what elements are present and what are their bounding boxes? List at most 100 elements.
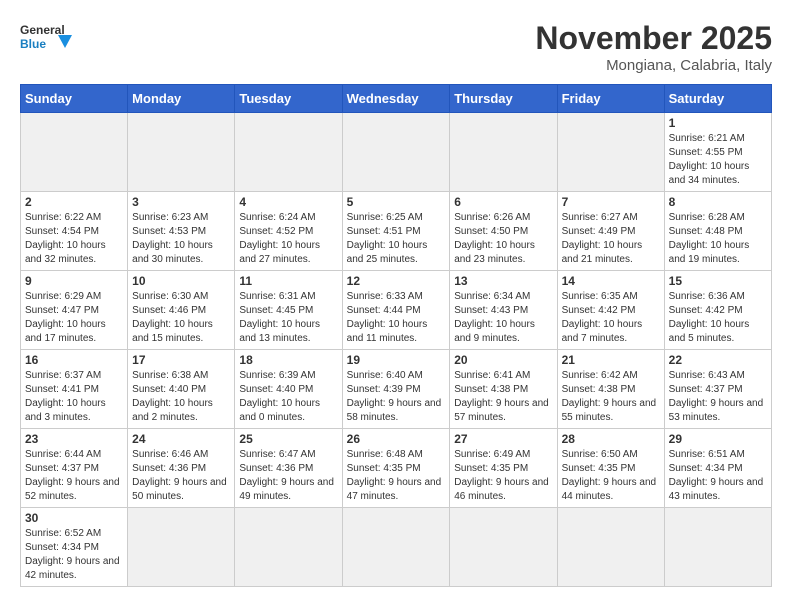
calendar-week-row: 2Sunrise: 6:22 AM Sunset: 4:54 PM Daylig… bbox=[21, 192, 772, 271]
day-number: 23 bbox=[25, 432, 123, 446]
calendar-cell: 10 Sunrise: 6:30 AM Sunset: 4:46 PM Dayli… bbox=[128, 271, 235, 350]
calendar-cell: 14 Sunrise: 6:35 AM Sunset: 4:42 PM Dayli… bbox=[557, 271, 664, 350]
day-info: Sunrise: 6:42 AM Sunset: 4:38 PM Dayligh… bbox=[562, 369, 660, 425]
day-number: 22 bbox=[669, 353, 767, 367]
calendar-week-row: 1Sunrise: 6:21 AM Sunset: 4:55 PM Daylig… bbox=[21, 113, 772, 192]
day-number: 19 bbox=[347, 353, 446, 367]
day-info: Sunrise: 6:26 AM Sunset: 4:50 PM Dayligh… bbox=[454, 211, 552, 267]
calendar-header-wednesday: Wednesday bbox=[342, 85, 450, 113]
calendar-cell: 3 Sunrise: 6:23 AM Sunset: 4:53 PM Daylig… bbox=[128, 192, 235, 271]
logo-icon: GeneralBlue bbox=[20, 20, 75, 62]
day-number: 9 bbox=[25, 274, 123, 288]
calendar-cell: 8 Sunrise: 6:28 AM Sunset: 4:48 PM Daylig… bbox=[664, 192, 771, 271]
day-number: 21 bbox=[562, 353, 660, 367]
calendar-cell: 9 Sunrise: 6:29 AM Sunset: 4:47 PM Daylig… bbox=[21, 271, 128, 350]
calendar-cell: 20 Sunrise: 6:41 AM Sunset: 4:38 PM Dayli… bbox=[450, 350, 557, 429]
day-info: Sunrise: 6:23 AM Sunset: 4:53 PM Dayligh… bbox=[132, 211, 230, 267]
day-info: Sunrise: 6:29 AM Sunset: 4:47 PM Dayligh… bbox=[25, 290, 123, 346]
day-info: Sunrise: 6:47 AM Sunset: 4:36 PM Dayligh… bbox=[239, 448, 337, 504]
calendar-week-row: 9 Sunrise: 6:29 AM Sunset: 4:47 PM Daylig… bbox=[21, 271, 772, 350]
calendar-cell: 11 Sunrise: 6:31 AM Sunset: 4:45 PM Dayli… bbox=[235, 271, 342, 350]
day-info: Sunrise: 6:21 AM Sunset: 4:55 PM Dayligh… bbox=[669, 132, 767, 188]
day-info: Sunrise: 6:39 AM Sunset: 4:40 PM Dayligh… bbox=[239, 369, 337, 425]
calendar-cell: 23 Sunrise: 6:44 AM Sunset: 4:37 PM Dayli… bbox=[21, 429, 128, 508]
day-number: 30 bbox=[25, 511, 123, 525]
day-number: 3 bbox=[132, 195, 230, 209]
calendar-header-tuesday: Tuesday bbox=[235, 85, 342, 113]
day-info: Sunrise: 6:44 AM Sunset: 4:37 PM Dayligh… bbox=[25, 448, 123, 504]
day-number: 28 bbox=[562, 432, 660, 446]
calendar-cell: 21 Sunrise: 6:42 AM Sunset: 4:38 PM Dayli… bbox=[557, 350, 664, 429]
calendar-header-row: SundayMondayTuesdayWednesdayThursdayFrid… bbox=[21, 85, 772, 113]
day-number: 26 bbox=[347, 432, 446, 446]
calendar-cell: 16 Sunrise: 6:37 AM Sunset: 4:41 PM Dayli… bbox=[21, 350, 128, 429]
calendar-table: SundayMondayTuesdayWednesdayThursdayFrid… bbox=[20, 84, 772, 587]
svg-text:General: General bbox=[20, 23, 65, 37]
calendar-cell bbox=[342, 508, 450, 587]
calendar-cell: 22 Sunrise: 6:43 AM Sunset: 4:37 PM Dayli… bbox=[664, 350, 771, 429]
day-number: 8 bbox=[669, 195, 767, 209]
calendar-cell bbox=[557, 113, 664, 192]
calendar-header-thursday: Thursday bbox=[450, 85, 557, 113]
day-info: Sunrise: 6:30 AM Sunset: 4:46 PM Dayligh… bbox=[132, 290, 230, 346]
calendar-cell bbox=[450, 508, 557, 587]
calendar-header-monday: Monday bbox=[128, 85, 235, 113]
day-number: 14 bbox=[562, 274, 660, 288]
day-number: 4 bbox=[239, 195, 337, 209]
calendar-cell: 24 Sunrise: 6:46 AM Sunset: 4:36 PM Dayli… bbox=[128, 429, 235, 508]
day-number: 16 bbox=[25, 353, 123, 367]
day-info: Sunrise: 6:37 AM Sunset: 4:41 PM Dayligh… bbox=[25, 369, 123, 425]
calendar-cell: 2Sunrise: 6:22 AM Sunset: 4:54 PM Daylig… bbox=[21, 192, 128, 271]
day-info: Sunrise: 6:22 AM Sunset: 4:54 PM Dayligh… bbox=[25, 211, 123, 267]
day-info: Sunrise: 6:38 AM Sunset: 4:40 PM Dayligh… bbox=[132, 369, 230, 425]
calendar-cell bbox=[664, 508, 771, 587]
calendar-cell: 28Sunrise: 6:50 AM Sunset: 4:35 PM Dayli… bbox=[557, 429, 664, 508]
day-number: 6 bbox=[454, 195, 552, 209]
day-info: Sunrise: 6:25 AM Sunset: 4:51 PM Dayligh… bbox=[347, 211, 446, 267]
calendar-week-row: 23 Sunrise: 6:44 AM Sunset: 4:37 PM Dayli… bbox=[21, 429, 772, 508]
day-number: 10 bbox=[132, 274, 230, 288]
day-number: 5 bbox=[347, 195, 446, 209]
day-info: Sunrise: 6:33 AM Sunset: 4:44 PM Dayligh… bbox=[347, 290, 446, 346]
calendar-cell: 26Sunrise: 6:48 AM Sunset: 4:35 PM Dayli… bbox=[342, 429, 450, 508]
day-number: 24 bbox=[132, 432, 230, 446]
day-number: 11 bbox=[239, 274, 337, 288]
day-info: Sunrise: 6:41 AM Sunset: 4:38 PM Dayligh… bbox=[454, 369, 552, 425]
day-info: Sunrise: 6:52 AM Sunset: 4:34 PM Dayligh… bbox=[25, 527, 123, 583]
day-info: Sunrise: 6:34 AM Sunset: 4:43 PM Dayligh… bbox=[454, 290, 552, 346]
day-number: 12 bbox=[347, 274, 446, 288]
calendar-header-sunday: Sunday bbox=[21, 85, 128, 113]
day-info: Sunrise: 6:49 AM Sunset: 4:35 PM Dayligh… bbox=[454, 448, 552, 504]
page-header: GeneralBlue November 2025 Mongiana, Cala… bbox=[20, 20, 772, 74]
day-info: Sunrise: 6:35 AM Sunset: 4:42 PM Dayligh… bbox=[562, 290, 660, 346]
calendar-cell: 1Sunrise: 6:21 AM Sunset: 4:55 PM Daylig… bbox=[664, 113, 771, 192]
calendar-week-row: 30 Sunrise: 6:52 AM Sunset: 4:34 PM Dayli… bbox=[21, 508, 772, 587]
day-number: 20 bbox=[454, 353, 552, 367]
calendar-cell bbox=[235, 508, 342, 587]
calendar-cell: 25Sunrise: 6:47 AM Sunset: 4:36 PM Dayli… bbox=[235, 429, 342, 508]
day-info: Sunrise: 6:40 AM Sunset: 4:39 PM Dayligh… bbox=[347, 369, 446, 425]
calendar-cell: 27Sunrise: 6:49 AM Sunset: 4:35 PM Dayli… bbox=[450, 429, 557, 508]
logo: GeneralBlue bbox=[20, 20, 75, 62]
calendar-cell: 7 Sunrise: 6:27 AM Sunset: 4:49 PM Daylig… bbox=[557, 192, 664, 271]
svg-text:Blue: Blue bbox=[20, 37, 46, 51]
day-info: Sunrise: 6:28 AM Sunset: 4:48 PM Dayligh… bbox=[669, 211, 767, 267]
day-number: 29 bbox=[669, 432, 767, 446]
month-title: November 2025 bbox=[535, 20, 772, 57]
day-info: Sunrise: 6:31 AM Sunset: 4:45 PM Dayligh… bbox=[239, 290, 337, 346]
day-number: 13 bbox=[454, 274, 552, 288]
day-info: Sunrise: 6:27 AM Sunset: 4:49 PM Dayligh… bbox=[562, 211, 660, 267]
calendar-cell: 19 Sunrise: 6:40 AM Sunset: 4:39 PM Dayli… bbox=[342, 350, 450, 429]
calendar-cell bbox=[21, 113, 128, 192]
calendar-cell: 15Sunrise: 6:36 AM Sunset: 4:42 PM Dayli… bbox=[664, 271, 771, 350]
calendar-cell: 12 Sunrise: 6:33 AM Sunset: 4:44 PM Dayli… bbox=[342, 271, 450, 350]
day-number: 17 bbox=[132, 353, 230, 367]
calendar-cell: 6 Sunrise: 6:26 AM Sunset: 4:50 PM Daylig… bbox=[450, 192, 557, 271]
calendar-cell: 5 Sunrise: 6:25 AM Sunset: 4:51 PM Daylig… bbox=[342, 192, 450, 271]
day-info: Sunrise: 6:51 AM Sunset: 4:34 PM Dayligh… bbox=[669, 448, 767, 504]
day-info: Sunrise: 6:46 AM Sunset: 4:36 PM Dayligh… bbox=[132, 448, 230, 504]
calendar-cell: 4Sunrise: 6:24 AM Sunset: 4:52 PM Daylig… bbox=[235, 192, 342, 271]
day-number: 7 bbox=[562, 195, 660, 209]
day-info: Sunrise: 6:43 AM Sunset: 4:37 PM Dayligh… bbox=[669, 369, 767, 425]
calendar-cell bbox=[342, 113, 450, 192]
